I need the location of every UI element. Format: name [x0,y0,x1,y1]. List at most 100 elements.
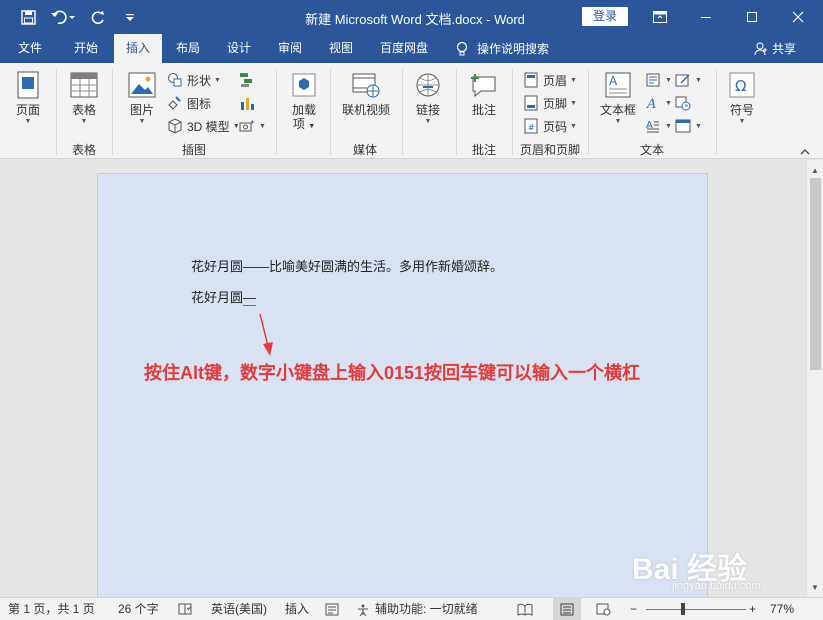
tab-layout[interactable]: 布局 [165,34,211,63]
3d-models-label: 3D 模型 [187,119,230,134]
object-icon [674,117,692,135]
zoom-level[interactable]: 77% [770,598,794,620]
accessibility-status[interactable]: 辅助功能: 一切就绪 [356,598,478,620]
icons-icon [166,94,184,112]
zoom-in-button[interactable]: + [749,598,756,620]
links-button[interactable]: 链接 ▼ [408,69,448,127]
tab-view[interactable]: 视图 [318,34,364,63]
word-count[interactable]: 26 个字 [118,598,159,620]
accessibility-label: 辅助功能: 一切就绪 [375,602,478,616]
undo-icon[interactable] [46,3,80,31]
3d-models-button[interactable]: 3D 模型 ▼ [166,116,240,136]
group-label-media: 媒体 [352,143,377,157]
proofing-icon[interactable] [178,598,192,620]
paragraph-1: 花好月圆——比喻美好圆满的生活。多用作新婚颂辞。 [191,259,504,274]
symbol-button[interactable]: Ω 符号 ▼ [724,69,760,127]
read-mode-icon[interactable] [517,598,533,620]
online-video-button[interactable]: 联机视频 [338,69,394,117]
footer-button[interactable]: 页脚 ▼ [522,93,577,113]
group-label-table: 表格 [71,143,96,157]
object-button[interactable]: ▼ [674,116,702,136]
divider [276,69,277,155]
collapse-ribbon-icon[interactable] [800,148,810,159]
login-button[interactable]: 登录 [582,7,628,26]
group-label-illustrations: 插图 [181,143,206,157]
zoom-slider[interactable] [646,609,746,610]
redo-icon[interactable] [84,3,112,31]
tab-review[interactable]: 审阅 [266,34,314,63]
web-layout-icon[interactable] [596,598,611,620]
maximize-icon[interactable] [729,0,775,34]
addins-icon [288,69,320,101]
quick-access-toolbar [0,0,144,34]
ribbon-display-icon[interactable] [637,0,683,34]
online-video-label: 联机视频 [341,103,390,117]
svg-text:A: A [609,74,618,88]
zoom-out-button[interactable]: − [630,598,637,620]
chevron-down-icon: ▼ [570,122,577,130]
shapes-button[interactable]: 形状 ▼ [166,70,221,90]
addins-button[interactable]: 加载项 ▼ [284,69,324,134]
scrollbar-thumb[interactable] [810,178,821,370]
status-bar: 第 1 页，共 1 页 26 个字 英语(美国) 插入 辅助功能: 一切就绪 −… [0,597,823,620]
icons-button[interactable]: 图标 [166,93,211,113]
picture-label: 图片 [129,103,154,117]
em-dash: — [243,290,257,306]
tab-design[interactable]: 设计 [215,34,263,63]
zoom-slider-knob[interactable] [681,603,686,615]
header-button[interactable]: 页眉 ▼ [522,70,577,90]
scroll-up-icon[interactable]: ▲ [807,162,823,178]
page-count[interactable]: 第 1 页，共 1 页 [8,598,95,620]
chevron-down-icon: ▼ [665,76,672,84]
group-label-text: 文本 [639,143,664,157]
comment-button[interactable]: 批注 [464,69,504,117]
insert-mode[interactable]: 插入 [285,598,309,620]
table-icon [68,69,100,101]
smartart-button[interactable] [238,70,256,90]
document-page[interactable]: 花好月圆——比喻美好圆满的生活。多用作新婚颂辞。 花好月圆— 按住Alt键，数字… [97,173,708,603]
header-label: 页眉 [543,73,568,88]
scroll-down-icon[interactable]: ▼ [807,579,823,595]
page-button[interactable]: 页面 ▼ [10,69,46,127]
tab-baidu-netdisk[interactable]: 百度网盘 [368,34,440,63]
page-number-icon: # [522,117,540,135]
screenshot-button[interactable]: ▼ [238,116,266,136]
chevron-down-icon: ▼ [614,118,622,125]
wordart-button[interactable]: A ▼ [644,93,672,113]
tell-me-label: 操作说明搜索 [477,42,550,56]
print-layout-icon[interactable] [553,598,581,620]
share-button[interactable]: 共享 [754,34,796,63]
date-time-button[interactable] [674,93,692,113]
signature-line-button[interactable]: ▼ [674,70,702,90]
window-title: 新建 Microsoft Word 文档.docx - Word [305,12,525,27]
divider [716,69,717,155]
minimize-icon[interactable] [683,0,729,34]
textbox-button[interactable]: A 文本框 ▼ [596,69,640,127]
omega-icon: Ω [726,69,758,101]
macro-icon[interactable] [325,598,339,620]
customize-icon[interactable] [116,3,144,31]
tab-file[interactable]: 文件 [6,34,54,63]
language[interactable]: 英语(美国) [211,598,267,620]
page-number-button[interactable]: # 页码 ▼ [522,116,577,136]
header-icon [522,71,540,89]
tell-me-search[interactable]: 操作说明搜索 [455,34,549,63]
page-label: 页面 [15,103,40,117]
quick-parts-button[interactable]: ▼ [644,70,672,90]
calendar-icon [674,94,692,112]
share-label: 共享 [772,42,797,56]
vertical-scrollbar[interactable]: ▲ ▼ [806,160,823,597]
save-icon[interactable] [14,3,42,31]
signature-icon [674,71,692,89]
document-area: 花好月圆——比喻美好圆满的生活。多用作新婚颂辞。 花好月圆— 按住Alt键，数字… [0,160,806,603]
shapes-icon [166,71,184,89]
close-icon[interactable] [775,0,821,34]
table-button[interactable]: 表格 ▼ [66,69,102,127]
picture-button[interactable]: 图片 ▼ [124,69,160,127]
tab-home[interactable]: 开始 [60,34,112,63]
chevron-down-icon: ▼ [570,99,577,107]
drop-cap-button[interactable]: A ▼ [644,116,672,136]
chart-button[interactable] [238,93,256,113]
tab-insert[interactable]: 插入 [114,34,162,63]
chevron-down-icon: ▼ [24,118,32,125]
